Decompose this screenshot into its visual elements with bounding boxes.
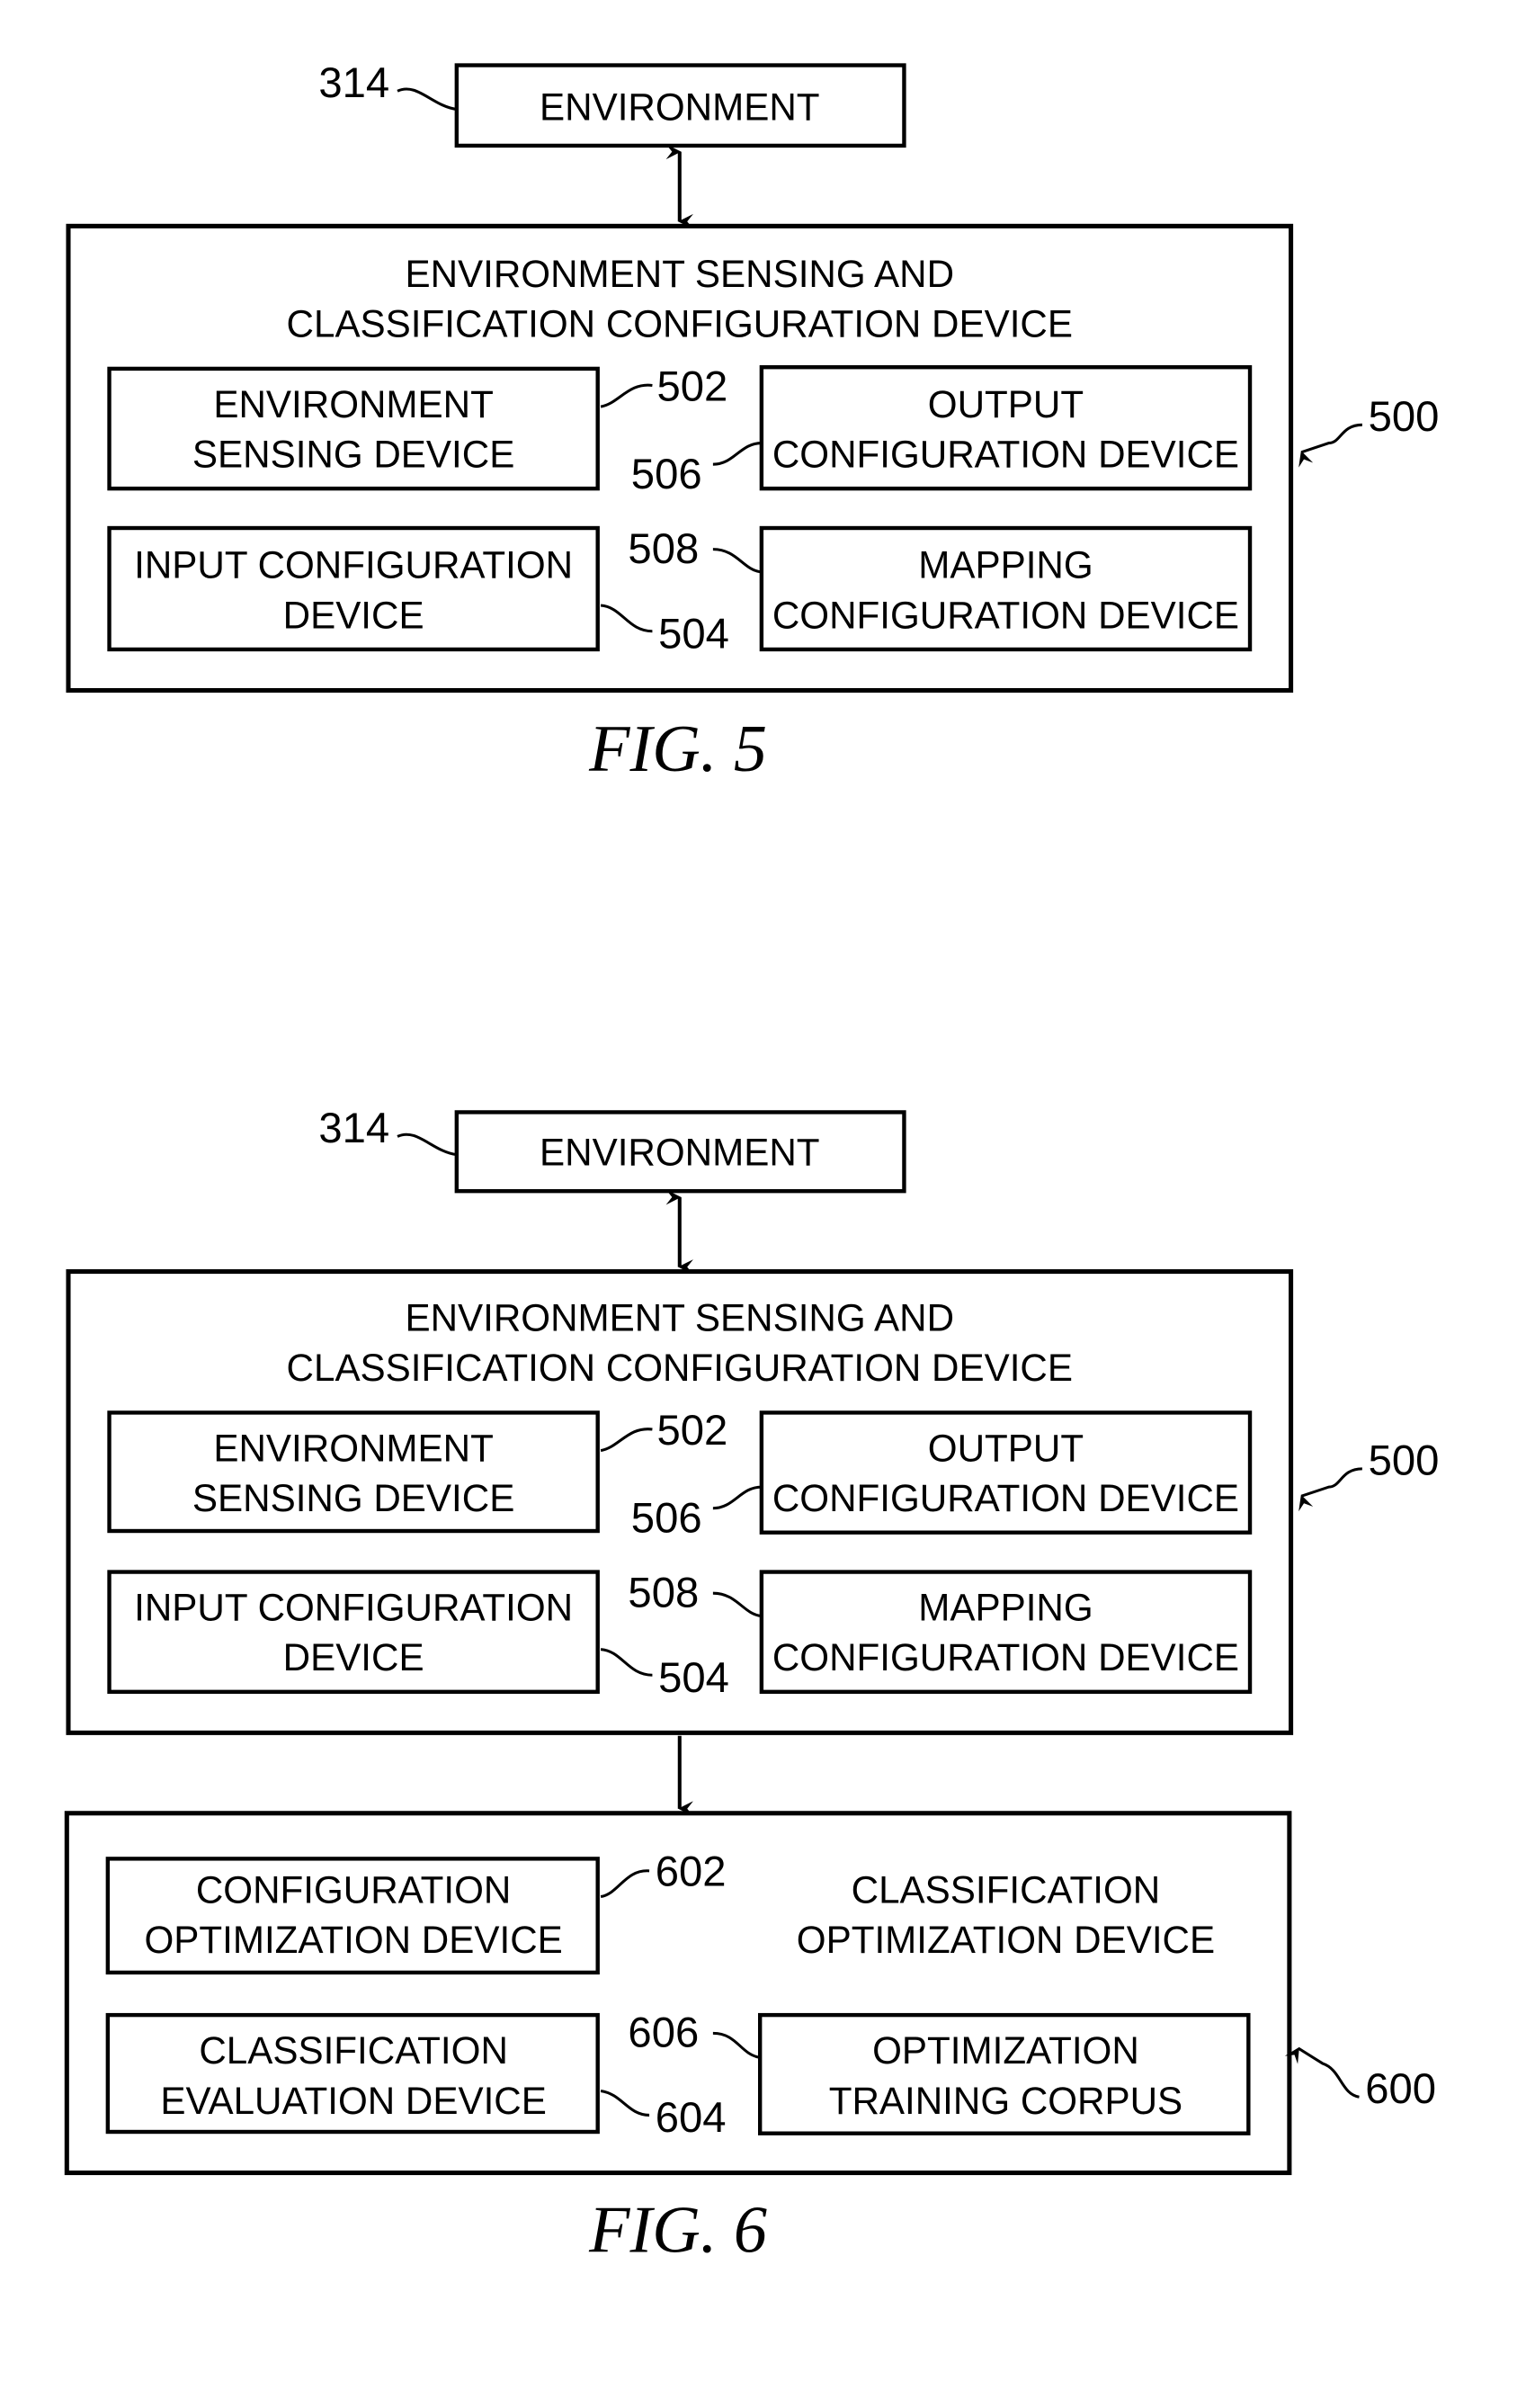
mapping-configuration-device-block: MAPPING CONFIGURATION DEVICE (759, 1570, 1253, 1695)
ref-600: 600 (1365, 2065, 1436, 2113)
device-title-line1: ENVIRONMENT SENSING AND (405, 253, 954, 295)
environment-sensing-device-block: ENVIRONMENT SENSING DEVICE (107, 366, 600, 491)
block-label-line1: ENVIRONMENT (213, 1427, 493, 1469)
environment-block: ENVIRONMENT (454, 1110, 906, 1194)
optimizer-title-line1: CLASSIFICATION (852, 1868, 1161, 1911)
device-title-line2: CLASSIFICATION CONFIGURATION DEVICE (287, 1347, 1073, 1389)
ref-508: 508 (628, 1569, 699, 1616)
block-label-line1: INPUT CONFIGURATION (134, 544, 573, 586)
ref-506: 506 (631, 451, 702, 498)
ref-500: 500 (1369, 1437, 1440, 1485)
figure-6: ENVIRONMENT 314 ENVIRONMENT SENSING AND … (64, 1105, 1440, 2267)
input-configuration-device-block: INPUT CONFIGURATION DEVICE (107, 525, 600, 652)
input-configuration-device-block: INPUT CONFIGURATION DEVICE (107, 1570, 600, 1695)
output-configuration-device-block: OUTPUT CONFIGURATION DEVICE (759, 365, 1253, 491)
figure-caption: FIG. 6 (588, 2193, 767, 2267)
mapping-configuration-device-block: MAPPING CONFIGURATION DEVICE (759, 525, 1253, 652)
block-label-line1: CONFIGURATION (196, 1868, 512, 1911)
patent-drawing-sheet: ENVIRONMENT 314 ENVIRONMENT SENSING AND … (64, 59, 1440, 2267)
block-label-line1: INPUT CONFIGURATION (134, 1587, 573, 1629)
leader-line-314 (397, 87, 458, 111)
device-title-line1: ENVIRONMENT SENSING AND (405, 1296, 954, 1338)
block-label-line2: OPTIMIZATION DEVICE (144, 1919, 562, 1961)
block-label-line2: DEVICE (283, 1636, 424, 1678)
figure-5: ENVIRONMENT 314 ENVIRONMENT SENSING AND … (66, 59, 1440, 786)
figure-caption: FIG. 5 (588, 712, 767, 786)
configuration-optimization-device-block: CONFIGURATION OPTIMIZATION DEVICE (105, 1857, 600, 1975)
environment-label: ENVIRONMENT (540, 1131, 820, 1173)
environment-sensing-device-block: ENVIRONMENT SENSING DEVICE (107, 1410, 600, 1534)
block-label-line1: OPTIMIZATION (872, 2029, 1139, 2072)
optimization-training-corpus-block: OPTIMIZATION TRAINING CORPUS (757, 2012, 1251, 2135)
environment-label: ENVIRONMENT (540, 85, 820, 128)
block-label-line2: CONFIGURATION DEVICE (772, 594, 1239, 636)
block-label-line2: SENSING DEVICE (192, 434, 514, 476)
ref-502: 502 (656, 1407, 727, 1455)
environment-block: ENVIRONMENT (454, 63, 906, 148)
ref-604: 604 (656, 2094, 727, 2142)
ref-508: 508 (628, 525, 699, 573)
optimizer-title-line2: OPTIMIZATION DEVICE (797, 1919, 1215, 1961)
block-label-line1: ENVIRONMENT (213, 383, 493, 425)
block-label-line2: CONFIGURATION DEVICE (772, 1477, 1239, 1519)
block-label-line2: CONFIGURATION DEVICE (772, 434, 1239, 476)
block-label-line2: TRAINING CORPUS (829, 2080, 1183, 2122)
block-label-line1: MAPPING (918, 1587, 1093, 1629)
ref-504: 504 (658, 1654, 729, 1702)
block-label-line1: OUTPUT (928, 1427, 1084, 1469)
ref-314: 314 (318, 1105, 389, 1152)
block-label-line2: CONFIGURATION DEVICE (772, 1636, 1239, 1678)
leader-arrow-600 (1284, 2046, 1360, 2099)
block-label-line2: EVALUATION DEVICE (160, 2080, 546, 2122)
ref-504: 504 (658, 610, 729, 658)
block-label-line1: MAPPING (918, 544, 1093, 586)
leader-arrow-500 (1298, 1467, 1362, 1512)
ref-602: 602 (656, 1849, 727, 1896)
block-label-line1: OUTPUT (928, 383, 1084, 425)
classification-evaluation-device-block: CLASSIFICATION EVALUATION DEVICE (105, 2012, 600, 2135)
ref-606: 606 (628, 2010, 699, 2057)
leader-arrow-500 (1298, 423, 1362, 468)
ref-506: 506 (631, 1495, 702, 1543)
ref-502: 502 (656, 363, 727, 410)
ref-500: 500 (1369, 393, 1440, 441)
block-label-line2: DEVICE (283, 594, 424, 636)
block-label-line1: CLASSIFICATION (199, 2029, 508, 2072)
leader-line-314 (397, 1132, 458, 1157)
output-configuration-device-block: OUTPUT CONFIGURATION DEVICE (759, 1410, 1253, 1535)
ref-314: 314 (318, 59, 389, 107)
device-title-line2: CLASSIFICATION CONFIGURATION DEVICE (287, 302, 1073, 345)
block-label-line2: SENSING DEVICE (192, 1477, 514, 1519)
